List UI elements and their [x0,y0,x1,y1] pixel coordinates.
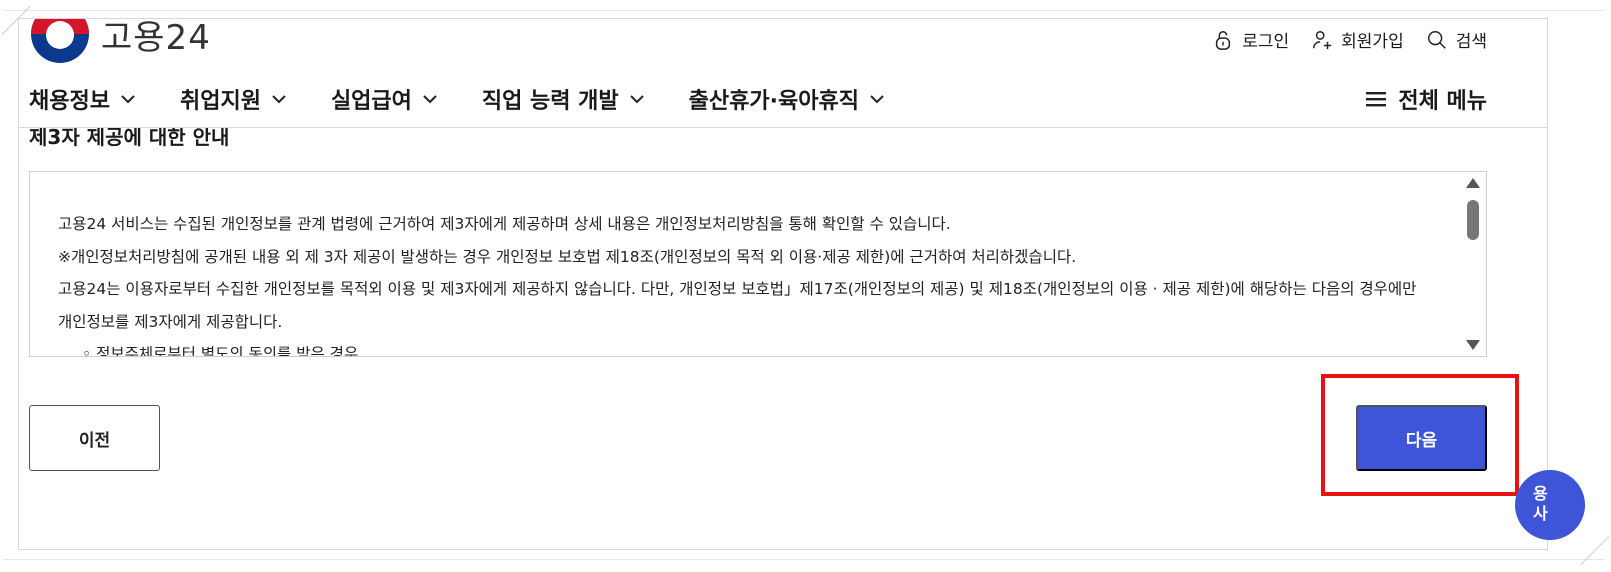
chevron-down-icon [629,95,644,104]
all-menu-button[interactable]: 전체 메뉴 [1364,83,1487,115]
add-user-icon [1313,30,1332,49]
header-divider [19,127,1547,128]
nav-label: 취업지원 [179,89,261,114]
floating-help-button[interactable]: 용 사 [1515,470,1585,540]
login-link[interactable]: 로그인 [1212,27,1289,52]
nav-label: 채용정보 [29,89,110,114]
nav-label: 실업급여 [330,89,412,114]
highlight-box [1321,374,1519,496]
terms-scroll-box[interactable]: 고용24 서비스는 수집된 개인정보를 관계 법령에 근거하여 제3자에게 제공… [29,171,1487,357]
terms-content: 고용24 서비스는 수집된 개인정보를 관계 법령에 근거하여 제3자에게 제공… [30,172,1486,357]
nav-item-unemployment-benefits[interactable]: 실업급여 [331,83,438,115]
chevron-down-icon [121,95,135,104]
signup-label: 회원가입 [1341,32,1404,52]
site-logo[interactable]: 고용24 [31,18,211,63]
nav-label: 출산휴가·육아휴직 [688,89,859,114]
all-menu-label: 전체 메뉴 [1398,89,1487,114]
terms-paragraph: ※개인정보처리방침에 공개된 내용 외 제 3자 제공이 발생하는 경우 개인정… [58,247,1077,266]
signup-link[interactable]: 회원가입 [1311,27,1404,52]
nav-label: 직업 능력 개발 [481,89,619,114]
hamburger-menu-icon [1366,92,1387,107]
chevron-down-icon [870,95,884,104]
previous-button[interactable]: 이전 [29,405,160,471]
search-icon [1427,30,1446,49]
chevron-down-icon [423,95,437,104]
terms-paragraph: 고용24 서비스는 수집된 개인정보를 관계 법령에 근거하여 제3자에게 제공… [58,215,951,233]
lock-icon [1216,30,1231,50]
scroll-up-arrow-icon[interactable] [1466,178,1480,188]
search-link[interactable]: 검색 [1426,27,1487,52]
nav-item-employment-support[interactable]: 취업지원 [180,83,287,115]
floating-label: 사 [1533,504,1548,523]
nav-item-vocational-training[interactable]: 직업 능력 개발 [482,83,645,115]
logo-text: 고용24 [101,18,211,58]
browser-viewport: 고용24 로그인 회원가입 검색 채용정보 취업지원 실업급여 직업 능력 개발… [18,18,1548,550]
utility-menu: 로그인 회원가입 검색 [1212,27,1487,52]
search-label: 검색 [1455,32,1487,52]
floating-label: 용 [1533,484,1548,503]
government-emblem-icon [31,19,89,63]
login-label: 로그인 [1242,32,1290,52]
main-nav: 채용정보 취업지원 실업급여 직업 능력 개발 출산휴가·육아휴직 [29,83,885,115]
scroll-down-arrow-icon[interactable] [1466,340,1480,350]
terms-paragraph: 고용24는 이용자로부터 수집한 개인정보를 목적외 이용 및 제3자에게 제공… [58,280,1417,331]
scroll-thumb[interactable] [1467,200,1479,240]
terms-paragraph: ◦ 정보주체로부터 별도의 동의를 받은 경우 [82,345,359,357]
nav-item-jobs[interactable]: 채용정보 [29,83,136,115]
chevron-down-icon [272,95,286,104]
nav-item-parental-leave[interactable]: 출산휴가·육아휴직 [689,83,885,115]
terms-scrollbar[interactable] [1460,172,1486,356]
